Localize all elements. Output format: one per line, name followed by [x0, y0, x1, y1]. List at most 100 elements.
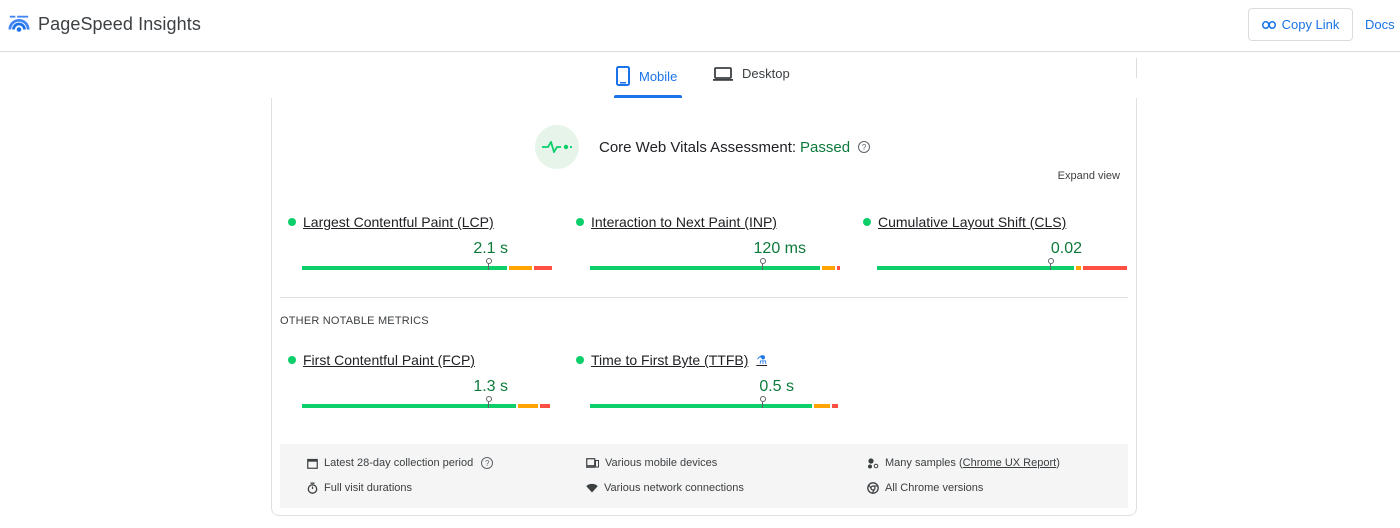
metric-fcp-value: 1.3 s	[473, 378, 508, 395]
metric-fcp: First Contentful Paint (FCP) 1.3 s	[288, 352, 550, 412]
metric-ttfb-distribution-bar	[590, 404, 840, 408]
wifi-icon	[586, 483, 598, 493]
metric-ttfb-label: Time to First Byte (TTFB)	[591, 352, 749, 368]
metric-inp-name[interactable]: Interaction to Next Paint (INP)	[576, 214, 777, 230]
collection-period-info: Latest 28-day collection period ?	[307, 457, 494, 469]
metric-fcp-label: First Contentful Paint (FCP)	[303, 352, 475, 368]
poor-segment	[1083, 266, 1127, 270]
network-info: Various network connections	[586, 482, 744, 494]
percentile-marker-line	[762, 402, 763, 408]
link-icon	[1261, 20, 1276, 29]
good-segment	[590, 404, 812, 408]
metric-inp-value: 120 ms	[753, 240, 806, 257]
needs-improvement-segment	[822, 266, 835, 270]
copy-link-button[interactable]: Copy Link	[1248, 8, 1353, 41]
metric-ttfb-value: 0.5 s	[759, 378, 794, 395]
pulse-icon	[542, 141, 573, 153]
good-segment	[590, 266, 820, 270]
visit-durations-text: Full visit durations	[324, 482, 413, 494]
needs-improvement-segment	[509, 266, 532, 270]
metric-lcp-value: 2.1 s	[473, 240, 508, 257]
poor-segment	[837, 266, 840, 270]
good-segment	[877, 266, 1074, 270]
metric-cls-name[interactable]: Cumulative Layout Shift (CLS)	[863, 214, 1066, 230]
device-tabs: Mobile Desktop	[0, 52, 1400, 98]
devices-icon	[586, 458, 599, 468]
devices-text: Various mobile devices	[605, 457, 718, 469]
poor-segment	[540, 404, 550, 408]
metric-fcp-distribution-bar	[302, 404, 552, 408]
needs-improvement-segment	[518, 404, 538, 408]
samples-suffix: )	[1056, 457, 1060, 469]
percentile-marker	[486, 258, 492, 264]
other-metrics-heading: OTHER NOTABLE METRICS	[280, 315, 429, 327]
visit-durations-info: Full visit durations	[307, 482, 412, 494]
top-bar: PageSpeed Insights Copy Link Docs	[0, 0, 1400, 52]
expand-view-button[interactable]: Expand view	[1058, 170, 1120, 182]
network-text: Various network connections	[604, 482, 744, 494]
chrome-icon	[867, 482, 879, 494]
chrome-versions-info: All Chrome versions	[867, 482, 983, 494]
metric-ttfb: Time to First Byte (TTFB) ⚗ 0.5 s	[576, 352, 838, 412]
percentile-marker-line	[488, 402, 489, 408]
metric-inp-distribution-bar	[590, 266, 840, 270]
metric-lcp-distribution-bar	[302, 266, 552, 270]
chrome-versions-text: All Chrome versions	[885, 482, 984, 494]
good-status-dot	[863, 218, 871, 226]
mobile-phone-icon	[616, 66, 630, 86]
data-source-footer: Latest 28-day collection period ? Full v…	[280, 444, 1128, 508]
good-status-dot	[288, 218, 296, 226]
tab-divider	[1136, 58, 1137, 78]
tab-desktop[interactable]: Desktop	[713, 66, 790, 81]
field-data-card: Core Web Vitals Assessment: Passed ? Exp…	[271, 98, 1137, 516]
poor-segment	[832, 404, 838, 408]
metric-lcp-name[interactable]: Largest Contentful Paint (LCP)	[288, 214, 494, 230]
percentile-marker-line	[1050, 264, 1051, 270]
percentile-marker	[1048, 258, 1054, 264]
percentile-marker	[486, 396, 492, 402]
metric-lcp: Largest Contentful Paint (LCP) 2.1 s	[288, 214, 552, 274]
good-segment	[302, 266, 507, 270]
tab-mobile-label: Mobile	[639, 68, 678, 84]
metric-lcp-label: Largest Contentful Paint (LCP)	[303, 214, 494, 230]
copy-link-label: Copy Link	[1281, 17, 1340, 32]
pagespeed-logo-icon	[8, 15, 30, 32]
app-title: PageSpeed Insights	[38, 13, 201, 34]
metric-cls-label: Cumulative Layout Shift (CLS)	[878, 214, 1067, 230]
core-web-vitals-assessment: Core Web Vitals Assessment: Passed ?	[535, 125, 871, 169]
metric-ttfb-name[interactable]: Time to First Byte (TTFB) ⚗	[576, 352, 767, 368]
percentile-marker-line	[488, 264, 489, 270]
tab-desktop-label: Desktop	[742, 66, 790, 81]
good-status-dot	[576, 218, 584, 226]
assessment-label: Core Web Vitals Assessment:	[599, 138, 797, 156]
metric-cls-distribution-bar	[877, 266, 1127, 270]
laptop-icon	[713, 66, 733, 81]
metric-cls: Cumulative Layout Shift (CLS) 0.02	[863, 214, 1127, 274]
samples-icon	[868, 457, 879, 468]
help-icon[interactable]: ?	[481, 457, 494, 469]
devices-info: Various mobile devices	[586, 457, 717, 469]
good-segment	[302, 404, 516, 408]
collection-period-text: Latest 28-day collection period	[324, 457, 474, 469]
chrome-ux-report-link[interactable]: Chrome UX Report	[963, 457, 1057, 469]
metric-inp-label: Interaction to Next Paint (INP)	[591, 214, 777, 230]
docs-link[interactable]: Docs	[1365, 17, 1395, 32]
metric-cls-value: 0.02	[1050, 240, 1082, 257]
assessment-status: Passed	[800, 138, 851, 156]
metric-inp: Interaction to Next Paint (INP) 120 ms	[576, 214, 840, 274]
experimental-flask-icon: ⚗	[756, 353, 768, 367]
percentile-marker	[760, 258, 766, 264]
samples-info: Many samples ( Chrome UX Report )	[867, 457, 1060, 469]
section-divider	[280, 297, 1128, 298]
stopwatch-icon	[307, 482, 318, 494]
metric-fcp-name[interactable]: First Contentful Paint (FCP)	[288, 352, 475, 368]
poor-segment	[534, 266, 552, 270]
assessment-badge	[535, 125, 579, 169]
help-icon[interactable]: ?	[858, 141, 871, 153]
percentile-marker	[760, 396, 766, 402]
logo[interactable]: PageSpeed Insights	[8, 13, 201, 35]
percentile-marker-line	[762, 264, 763, 270]
samples-prefix: Many samples (	[885, 457, 963, 469]
good-status-dot	[576, 356, 584, 364]
tab-mobile[interactable]: Mobile	[616, 66, 677, 86]
